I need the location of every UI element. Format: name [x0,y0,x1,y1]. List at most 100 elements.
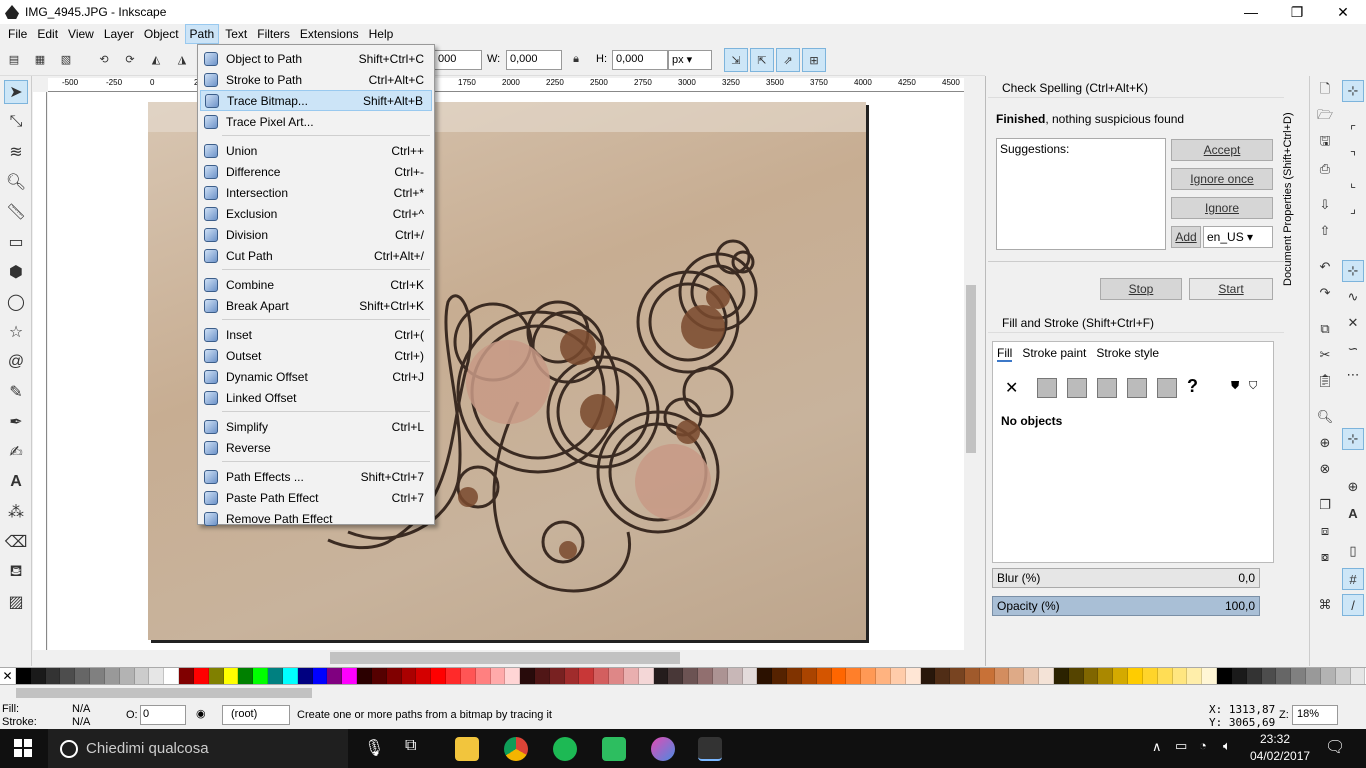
color-swatch[interactable] [757,668,773,684]
xml-editor-icon[interactable]: ⌘ [1314,594,1336,616]
copy-icon[interactable]: ⧉ [1314,318,1336,340]
color-swatch[interactable] [772,668,788,684]
menu-item-trace-pixel-art[interactable]: Trace Pixel Art... [200,111,432,132]
wifi-icon[interactable]: ◔ [1199,738,1207,753]
color-swatch[interactable] [60,668,76,684]
color-swatch[interactable] [609,668,624,684]
color-swatch[interactable] [1113,668,1129,684]
color-swatch[interactable] [208,668,224,684]
evernote-icon[interactable] [602,737,626,761]
color-swatch[interactable] [460,668,476,684]
pencil-tool-icon[interactable]: ✎ [4,380,28,404]
snap-bbox-icon[interactable]: ⌜ [1342,120,1364,142]
snap-grid-icon[interactable]: # [1342,568,1364,590]
color-swatch[interactable] [238,668,254,684]
undo-icon[interactable]: ↶ [1314,256,1336,278]
menu-view[interactable]: View [64,25,98,43]
rotate-ccw-icon[interactable]: ⟲ [94,49,114,69]
deselect-icon[interactable]: ▧ [56,49,76,69]
menu-item-difference[interactable]: Difference Ctrl+- [200,161,432,182]
accept-button[interactable]: Accept [1171,139,1273,161]
color-swatch[interactable] [1276,668,1292,684]
flip-horizontal-icon[interactable]: ◭ [146,49,166,69]
suggestions-list[interactable]: Suggestions: [996,138,1166,250]
select-all-icon[interactable]: ▤ [4,49,24,69]
taskbar-search[interactable]: Chiedimi qualcosa [48,729,348,768]
color-swatch[interactable] [1083,668,1099,684]
close-button[interactable]: ✕ [1320,0,1366,24]
node-tool-icon[interactable]: ⤡ [4,110,28,134]
import-icon[interactable]: ⇩ [1314,194,1336,216]
color-swatch[interactable] [104,668,120,684]
color-swatch[interactable] [742,668,758,684]
ignore-button[interactable]: Ignore [1171,197,1273,219]
no-paint-icon[interactable]: ✕ [1005,378,1018,398]
x-field[interactable]: 000 [434,50,482,70]
selector-tool-icon[interactable]: ➤ [4,80,28,104]
palette-scroll-thumb[interactable] [16,688,312,698]
radial-gradient-icon[interactable] [1097,378,1117,398]
color-swatch[interactable] [1039,668,1054,684]
zoom-drawing-icon[interactable]: ⊕ [1314,432,1336,454]
ignore-once-button[interactable]: Ignore once [1171,168,1273,190]
gradient-tool-icon[interactable]: ▨ [4,590,28,614]
swatch-icon[interactable] [1157,378,1177,398]
no-paint-swatch-icon[interactable]: ✕ [0,668,16,684]
color-swatch[interactable] [401,668,417,684]
snap-toggle-icon[interactable]: ⊹ [1342,80,1364,102]
layer-visibility-icon[interactable]: ◉ [196,707,206,720]
menu-item-intersection[interactable]: Intersection Ctrl+* [200,182,432,203]
color-swatch[interactable] [342,668,358,684]
color-swatch[interactable] [1128,668,1143,684]
color-swatch[interactable] [816,668,832,684]
menu-extensions[interactable]: Extensions [296,25,363,43]
menu-object[interactable]: Object [140,25,183,43]
h-field[interactable]: 0,000 [612,50,668,70]
tab-stroke-paint[interactable]: Stroke paint [1022,346,1086,362]
menu-filters[interactable]: Filters [253,25,294,43]
menu-item-inset[interactable]: Inset Ctrl+( [200,324,432,345]
paint-app-icon[interactable] [651,737,675,761]
move-gradients-icon[interactable]: ⇗ [776,48,800,72]
snap-bbox-corner-icon[interactable]: ⌞ [1342,172,1364,194]
color-swatch[interactable] [223,668,239,684]
menu-help[interactable]: Help [365,25,398,43]
color-swatch[interactable] [890,668,906,684]
w-field[interactable]: 0,000 [506,50,562,70]
color-swatch[interactable] [831,668,847,684]
opacity-slider[interactable]: Opacity (%) 100,0 [992,596,1260,616]
menu-item-paste-path-effect[interactable]: Paste Path Effect Ctrl+7 [200,487,432,508]
color-swatch[interactable] [357,668,372,684]
snap-bbox-midpoint-icon[interactable]: ⌟ [1342,198,1364,220]
color-swatch[interactable] [876,668,891,684]
cut-icon[interactable]: ✂ [1314,344,1336,366]
color-swatch[interactable] [1157,668,1173,684]
menu-item-remove-path-effect[interactable]: Remove Path Effect [200,508,432,529]
text-tool-icon[interactable]: A [4,470,28,494]
layer-select[interactable]: (root) [222,705,290,725]
color-swatch[interactable] [282,668,298,684]
menu-path[interactable]: Path [184,24,220,44]
snap-bbox-edge-icon[interactable]: ⌝ [1342,146,1364,168]
snap-intersections-icon[interactable]: ✕ [1342,312,1364,334]
color-swatch[interactable] [594,668,610,684]
color-swatch[interactable] [90,668,105,684]
snap-guide-icon[interactable]: / [1342,594,1364,616]
volume-icon[interactable]: 🔈︎ [1223,738,1231,754]
color-swatch[interactable] [683,668,699,684]
snap-midpoints-icon[interactable]: ⋯ [1342,364,1364,386]
color-swatch[interactable] [1350,668,1366,684]
color-swatch[interactable] [549,668,565,684]
color-swatch[interactable] [1320,668,1336,684]
color-swatch[interactable] [193,668,209,684]
box3d-tool-icon[interactable]: ⬢ [4,260,28,284]
color-swatch[interactable] [1172,668,1188,684]
color-swatch[interactable] [1306,668,1321,684]
color-swatch[interactable] [75,668,91,684]
menu-item-cut-path[interactable]: Cut Path Ctrl+Alt+/ [200,245,432,266]
color-swatch[interactable] [431,668,447,684]
paste-icon[interactable]: 📋︎ [1314,370,1336,392]
color-swatch[interactable] [861,668,877,684]
snap-page-border-icon[interactable]: ▯ [1342,540,1364,562]
color-swatch[interactable] [787,668,802,684]
